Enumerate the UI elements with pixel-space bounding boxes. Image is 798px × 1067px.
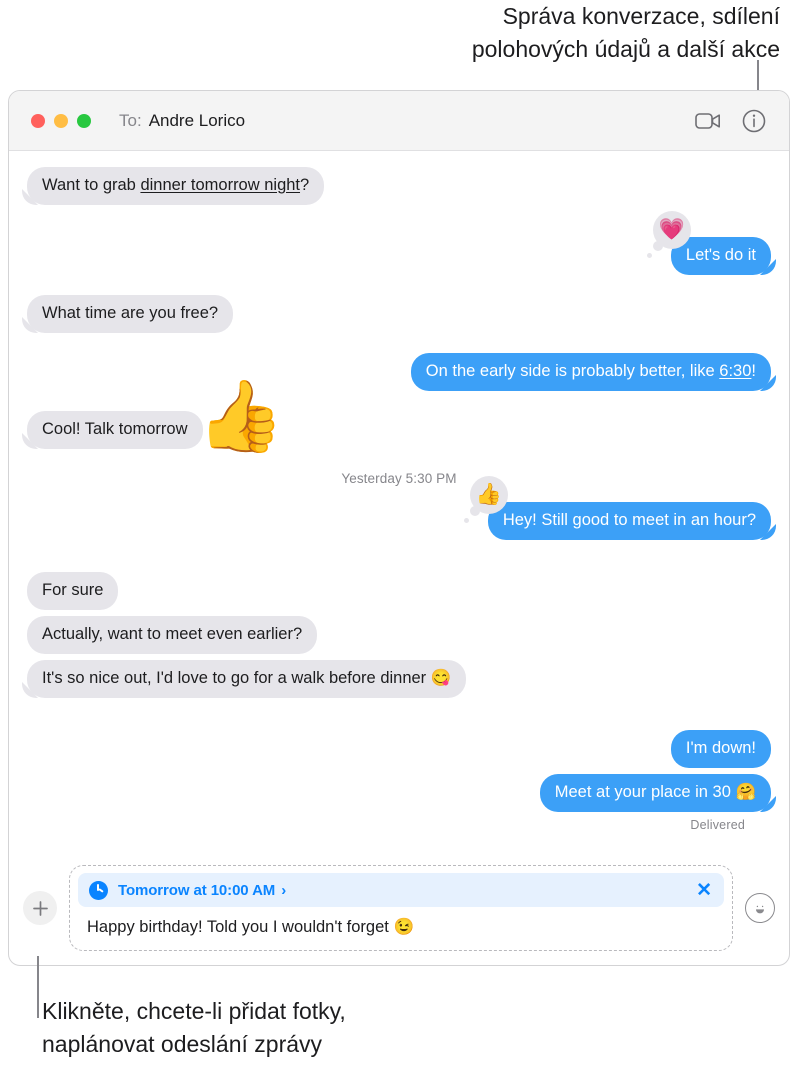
message-row: I'm down!: [27, 730, 771, 768]
close-window-button[interactable]: [31, 113, 45, 128]
message-compose-field[interactable]: Tomorrow at 10:00 AM › ✕ Happy birthday!…: [69, 865, 733, 951]
clock-icon: [89, 880, 108, 900]
conversation-thread[interactable]: Want to grab dinner tomorrow night? 💗 Le…: [9, 151, 789, 855]
message-text: On the early side is probably better, li…: [425, 362, 720, 380]
top-callout-text: Správa konverzace, sdílení polohových úd…: [471, 3, 780, 62]
conversation-timestamp: Yesterday 5:30 PM: [341, 471, 457, 486]
heart-reaction-badge[interactable]: 💗: [646, 211, 691, 258]
bottom-callout-text: Klikněte, chcete-li přidat fotky, naplán…: [42, 998, 346, 1057]
message-row: Cool! Talk tomorrow 👍: [27, 381, 771, 451]
message-bubble-outgoing[interactable]: I'm down!: [670, 730, 771, 768]
close-icon[interactable]: ✕: [696, 881, 712, 900]
message-bubble-outgoing[interactable]: Hey! Still good to meet in an hour?: [487, 502, 771, 540]
message-row: For sure: [27, 572, 771, 610]
compose-message-text[interactable]: Happy birthday! Told you I wouldn't forg…: [78, 907, 724, 942]
window-titlebar: To: Andre Lorico: [9, 91, 789, 151]
video-camera-icon[interactable]: [691, 104, 725, 138]
to-label: To:: [119, 110, 142, 130]
recipient-field[interactable]: To: Andre Lorico: [119, 111, 245, 131]
messages-window: To: Andre Lorico Want to grab dinner tom…: [8, 90, 790, 966]
message-bubble-outgoing[interactable]: Meet at your place in 30 🤗: [539, 774, 771, 812]
message-row: 👍 Hey! Still good to meet in an hour?: [27, 476, 771, 540]
smiley-face-icon[interactable]: [745, 893, 775, 923]
maximize-window-button[interactable]: [77, 113, 91, 128]
delivery-status: Delivered: [690, 818, 745, 832]
message-row: It's so nice out, I'd love to go for a w…: [27, 660, 771, 698]
message-row: What time are you free?: [27, 295, 771, 333]
add-attachment-button[interactable]: [23, 891, 57, 925]
message-row: Actually, want to meet even earlier?: [27, 616, 771, 654]
message-bubble-incoming[interactable]: Cool! Talk tomorrow: [27, 411, 203, 449]
thumbs-up-reaction-badge[interactable]: 👍: [463, 476, 508, 523]
message-link[interactable]: 6:30: [719, 362, 751, 380]
message-row: Meet at your place in 30 🤗: [27, 774, 771, 812]
recipient-name: Andre Lorico: [148, 110, 246, 130]
compose-bar: Tomorrow at 10:00 AM › ✕ Happy birthday!…: [9, 855, 789, 965]
message-link[interactable]: dinner tomorrow night: [140, 176, 300, 194]
message-row: 💗 Let's do it: [27, 211, 771, 275]
message-text-suffix: !: [751, 362, 756, 380]
message-row: On the early side is probably better, li…: [27, 353, 771, 391]
message-bubble-incoming[interactable]: For sure: [27, 572, 119, 610]
info-circle-icon[interactable]: [737, 104, 771, 138]
bottom-callout-leader-line: [37, 956, 39, 1018]
memoji-thumbs-up-sticker[interactable]: 👍: [197, 381, 284, 451]
message-row: Want to grab dinner tomorrow night?: [27, 167, 771, 205]
message-bubble-incoming[interactable]: Actually, want to meet even earlier?: [27, 616, 318, 654]
message-bubble-incoming[interactable]: What time are you free?: [27, 295, 234, 333]
minimize-window-button[interactable]: [54, 113, 68, 128]
scheduled-time-label: Tomorrow at 10:00 AM: [118, 881, 276, 899]
message-text: Want to grab: [42, 176, 141, 194]
scheduled-send-banner[interactable]: Tomorrow at 10:00 AM › ✕: [78, 873, 724, 907]
message-bubble-incoming[interactable]: It's so nice out, I'd love to go for a w…: [27, 660, 467, 698]
traffic-light-buttons: [31, 113, 91, 128]
chevron-right-icon[interactable]: ›: [281, 882, 286, 899]
message-bubble-outgoing[interactable]: On the early side is probably better, li…: [410, 353, 771, 391]
message-with-reaction: 👍 Hey! Still good to meet in an hour?: [463, 476, 771, 540]
message-text-suffix: ?: [300, 176, 310, 194]
message-bubble-incoming[interactable]: Want to grab dinner tomorrow night?: [27, 167, 325, 205]
message-with-reaction: 💗 Let's do it: [646, 211, 771, 275]
